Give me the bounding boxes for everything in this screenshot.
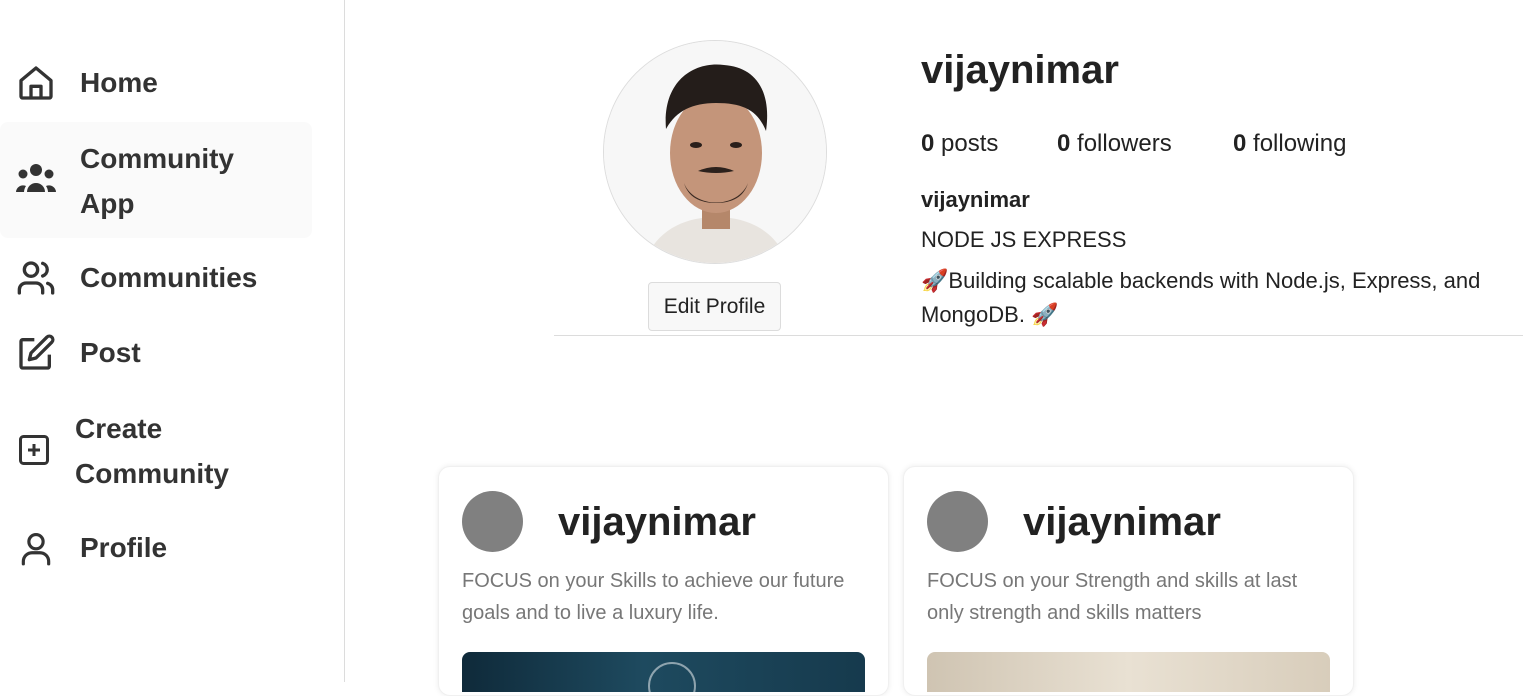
sidebar-item-community-app[interactable]: Community App [0, 122, 312, 238]
posts-stat[interactable]: 0 posts [921, 130, 998, 158]
post-video[interactable] [462, 652, 865, 692]
edit-profile-button[interactable]: Edit Profile [648, 282, 781, 331]
users-group-icon [14, 158, 58, 202]
bio-name: vijaynimar [921, 187, 1030, 212]
sidebar-item-label: Create Community [75, 413, 229, 489]
sidebar-item-post[interactable]: Post [0, 328, 312, 378]
profile-username: vijaynimar [921, 48, 1119, 92]
followers-count: 0 [1057, 130, 1071, 157]
sidebar-item-label: Home [80, 67, 158, 98]
sidebar-item-label: Community App [80, 143, 234, 219]
bio-text: 🚀Building scalable backends with Node.js… [921, 268, 1481, 327]
post-avatar [462, 491, 523, 552]
sidebar-item-home[interactable]: Home [0, 58, 312, 108]
post-avatar [927, 491, 988, 552]
profile-divider [554, 335, 1523, 336]
post-card[interactable]: vijaynimar FOCUS on your Skills to achie… [438, 466, 889, 696]
bio-title: NODE JS EXPRESS [921, 227, 1127, 252]
sidebar-item-profile[interactable]: Profile [0, 523, 312, 573]
post-image[interactable] [927, 652, 1330, 692]
following-label: following [1253, 130, 1347, 157]
edit-icon [14, 331, 58, 375]
sidebar-item-create-community[interactable]: Create Community [0, 404, 312, 496]
sidebar-item-label: Post [80, 337, 141, 368]
followers-stat[interactable]: 0 followers [1057, 130, 1172, 158]
play-icon[interactable] [648, 662, 696, 692]
post-username[interactable]: vijaynimar [558, 500, 756, 545]
following-stat[interactable]: 0 following [1233, 130, 1346, 158]
followers-label: followers [1077, 130, 1172, 157]
profile-avatar [603, 40, 827, 264]
sidebar-item-communities[interactable]: Communities [0, 253, 312, 303]
plus-square-icon [12, 428, 56, 472]
sidebar-item-label: Communities [80, 262, 258, 293]
post-username[interactable]: vijaynimar [1023, 500, 1221, 545]
user-icon [14, 526, 58, 570]
home-icon [14, 61, 58, 105]
posts-count: 0 [921, 130, 935, 157]
users-icon [14, 256, 58, 300]
post-card[interactable]: vijaynimar FOCUS on your Strength and sk… [903, 466, 1354, 696]
post-text: FOCUS on your Skills to achieve our futu… [462, 570, 845, 624]
sidebar: Home Community App Communities Post Crea… [0, 0, 345, 682]
posts-label: posts [941, 130, 999, 157]
sidebar-item-label: Profile [80, 532, 168, 563]
post-text: FOCUS on your Strength and skills at las… [927, 570, 1298, 624]
following-count: 0 [1233, 130, 1247, 157]
